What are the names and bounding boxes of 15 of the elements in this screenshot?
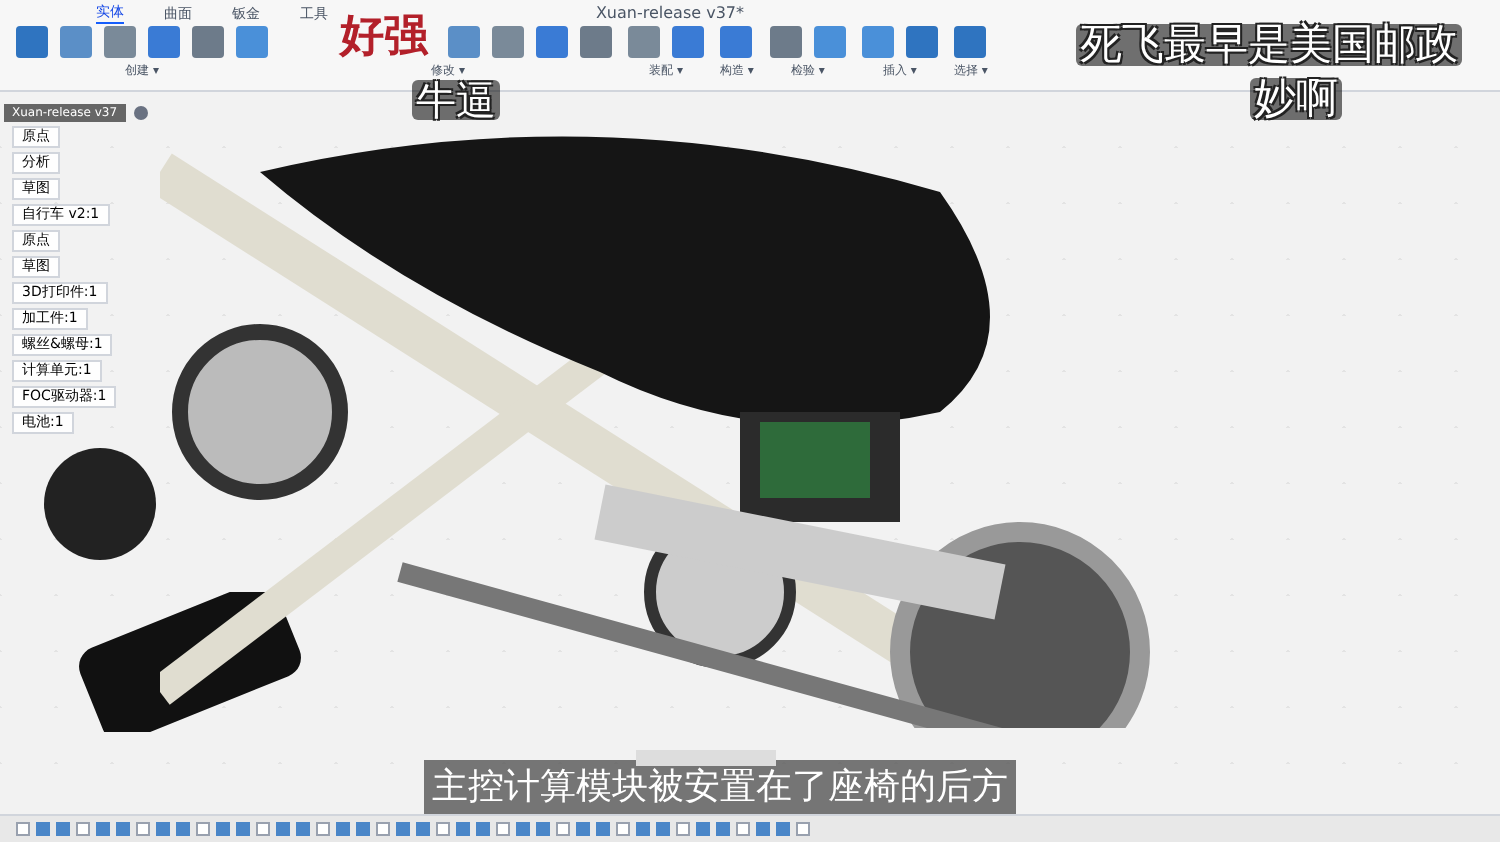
tool-icon[interactable] <box>813 26 846 58</box>
danmaku-comment: 妙啊 <box>1250 78 1342 120</box>
tool-icon[interactable] <box>905 26 938 58</box>
navigation-bar <box>636 750 776 766</box>
danmaku-comment: 牛逼 <box>412 80 500 120</box>
document-title: Xuan-release v37* <box>595 1 744 25</box>
danmaku-comment: 死飞最早是美国邮政 <box>1076 24 1462 66</box>
pin-icon[interactable] <box>133 106 148 120</box>
tool-icon[interactable] <box>769 26 802 58</box>
tool-icon[interactable] <box>861 26 894 58</box>
danmaku-comment: 好强 <box>340 16 428 60</box>
wheel-drawing <box>44 444 156 564</box>
tool-icon[interactable] <box>954 26 987 58</box>
tool-icon[interactable] <box>720 26 753 58</box>
subtitle: 主控计算模块被安置在了座椅的后方 <box>424 760 1016 814</box>
